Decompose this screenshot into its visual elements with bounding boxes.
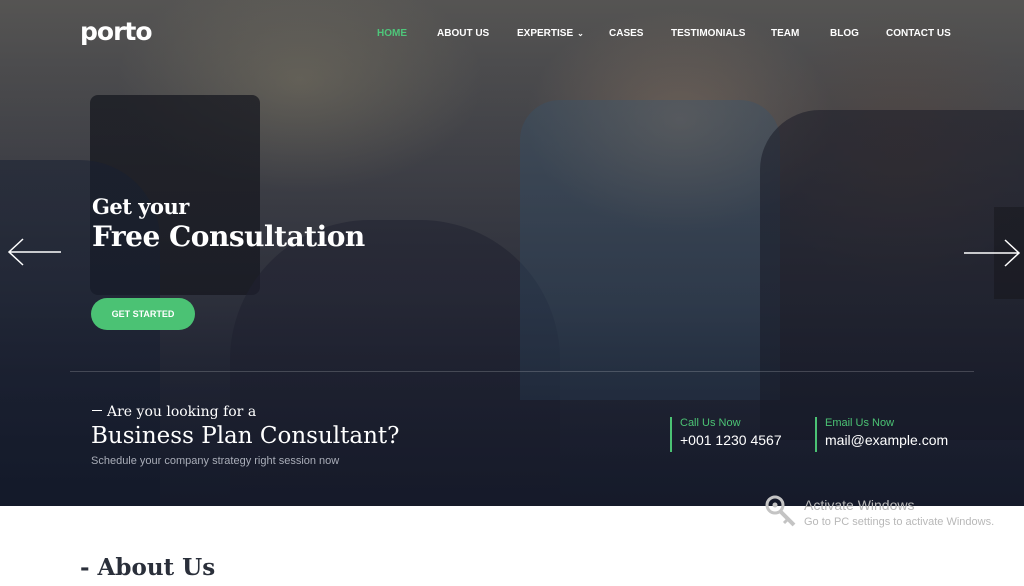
nav-item-cases[interactable]: CASES (609, 28, 643, 39)
lead-subtitle: Schedule your company strategy right ses… (91, 455, 340, 467)
about-heading: - About Us (80, 554, 216, 581)
lead-question-text: Are you looking for a (107, 404, 257, 420)
slider-next-button[interactable] (964, 207, 1024, 299)
watermark-subtitle: Go to PC settings to activate Windows. (804, 516, 995, 528)
nav-item-testimonials[interactable]: TESTIMONIALS (671, 28, 745, 39)
nav-item-home[interactable]: HOME (377, 28, 407, 39)
hero-heading-small: Get your (92, 194, 189, 219)
nav-item-blog[interactable]: BLOG (830, 28, 859, 39)
hero-divider (70, 371, 974, 372)
arrow-left-icon (7, 238, 61, 266)
call-value[interactable]: +001 1230 4567 (680, 432, 782, 448)
key-icon (765, 495, 796, 527)
nav-item-expertise[interactable]: EXPERTISE ⌄ (517, 28, 584, 39)
email-value[interactable]: mail@example.com (825, 432, 948, 448)
nav-item-team[interactable]: TEAM (771, 28, 799, 39)
email-label: Email Us Now (825, 417, 895, 429)
get-started-button[interactable]: GET STARTED (91, 298, 195, 330)
nav-item-about-us[interactable]: ABOUT US (437, 28, 489, 39)
hero-slider: porto HOME ABOUT US EXPERTISE ⌄ CASES TES… (0, 0, 1024, 506)
nav-item-expertise-label: EXPERTISE (517, 28, 574, 39)
call-label: Call Us Now (680, 417, 741, 429)
slider-prev-button[interactable] (0, 207, 61, 299)
nav-item-contact-us[interactable]: CONTACT US (886, 28, 951, 39)
dash-decoration (92, 410, 102, 411)
main-nav: HOME ABOUT US EXPERTISE ⌄ CASES TESTIMONI… (0, 28, 1024, 42)
watermark-title: Activate Windows (804, 497, 915, 513)
hero-heading-big: Free Consultation (92, 220, 365, 253)
lead-question: Are you looking for a (92, 404, 256, 420)
arrow-right-icon (964, 239, 1021, 267)
lead-title: Business Plan Consultant? (91, 423, 400, 449)
chevron-down-icon: ⌄ (577, 29, 584, 38)
call-contact: Call Us Now +001 1230 4567 (670, 417, 782, 452)
email-contact: Email Us Now mail@example.com (815, 417, 948, 452)
